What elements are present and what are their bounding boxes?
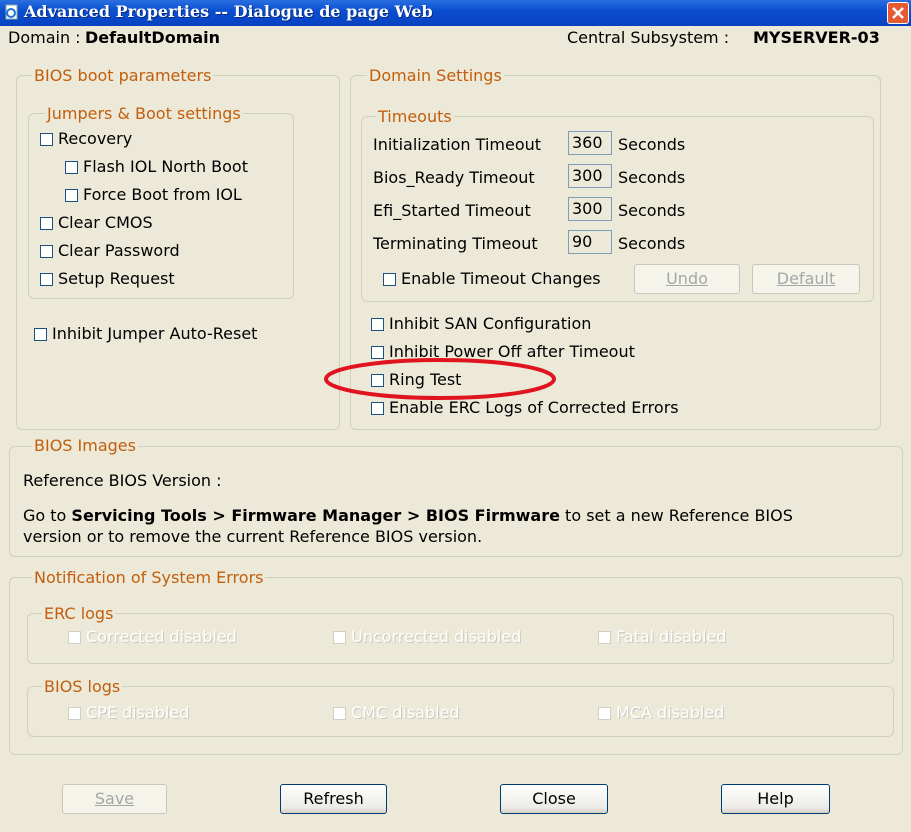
terminating-timeout-label: Terminating Timeout [373, 234, 538, 253]
bios-logs-legend: BIOS logs [42, 677, 123, 696]
cpe-disabled-checkbox[interactable] [68, 707, 81, 720]
recovery-checkbox[interactable] [40, 133, 53, 146]
help-button-label: Help [757, 789, 794, 808]
seconds-unit: Seconds [618, 201, 686, 220]
timeouts-legend: Timeouts [376, 107, 454, 126]
flash-iol-north-boot-checkbox[interactable] [65, 161, 78, 174]
domain-label: Domain : [8, 28, 81, 47]
flash-iol-north-boot-label: Flash IOL North Boot [83, 157, 248, 176]
fatal-disabled-checkbox[interactable] [598, 631, 611, 644]
seconds-unit: Seconds [618, 234, 686, 253]
uncorrected-disabled-checkbox[interactable] [333, 631, 346, 644]
undo-button-label: Undo [666, 269, 708, 288]
fatal-disabled-label: Fatal disabled [616, 627, 727, 646]
help-button[interactable]: Help [721, 784, 830, 814]
inhibit-san-configuration-checkbox[interactable] [371, 318, 384, 331]
initialization-timeout-field[interactable]: 360 [568, 131, 612, 155]
subsystem-value: MYSERVER-03 [753, 28, 880, 47]
reference-bios-version-label: Reference BIOS Version : [23, 471, 222, 490]
bios-ready-timeout-field[interactable]: 300 [568, 164, 612, 188]
cpe-disabled-label: CPE disabled [86, 703, 190, 722]
save-button-label: Save [94, 789, 135, 808]
mca-disabled-label: MCA disabled [616, 703, 725, 722]
close-window-button[interactable] [887, 2, 909, 24]
undo-button[interactable]: Undo [634, 264, 740, 294]
setup-request-checkbox[interactable] [40, 273, 53, 286]
mca-disabled-checkbox[interactable] [598, 707, 611, 720]
close-icon [892, 7, 904, 19]
cmc-disabled-label: CMC disabled [351, 703, 460, 722]
close-button[interactable]: Close [500, 784, 608, 814]
firmware-manager-instructions: Go to Servicing Tools > Firmware Manager… [23, 506, 793, 525]
erc-logs-legend: ERC logs [42, 604, 116, 623]
corrected-disabled-checkbox[interactable] [68, 631, 81, 644]
inhibit-jumper-auto-reset-label: Inhibit Jumper Auto-Reset [52, 324, 258, 343]
seconds-unit: Seconds [618, 168, 686, 187]
seconds-unit: Seconds [618, 135, 686, 154]
clear-password-checkbox[interactable] [40, 245, 53, 258]
default-button-label: Default [776, 269, 836, 288]
clear-cmos-label: Clear CMOS [58, 213, 153, 232]
initialization-timeout-label: Initialization Timeout [373, 135, 542, 154]
highlight-ellipse [324, 358, 556, 400]
uncorrected-disabled-label: Uncorrected disabled [351, 627, 522, 646]
default-button[interactable]: Default [752, 264, 860, 294]
efi-started-timeout-label: Efi_Started Timeout [373, 201, 531, 220]
bios-boot-parameters-legend: BIOS boot parameters [32, 66, 214, 85]
domain-value: DefaultDomain [85, 28, 221, 47]
instructions-suffix: to set a new Reference BIOS [559, 506, 793, 525]
jumpers-boot-legend: Jumpers & Boot settings [45, 104, 243, 123]
domain-settings-legend: Domain Settings [367, 66, 504, 85]
refresh-button[interactable]: Refresh [280, 784, 387, 814]
force-boot-from-iol-checkbox[interactable] [65, 189, 78, 202]
clear-cmos-checkbox[interactable] [40, 217, 53, 230]
bios-ready-timeout-label: Bios_Ready Timeout [373, 168, 535, 187]
setup-request-label: Setup Request [58, 269, 175, 288]
recovery-label: Recovery [58, 129, 133, 148]
subsystem-label: Central Subsystem : [567, 28, 730, 47]
window-title: Advanced Properties -- Dialogue de page … [24, 2, 433, 21]
save-button[interactable]: Save [62, 784, 167, 814]
force-boot-from-iol-label: Force Boot from IOL [83, 185, 242, 204]
bios-images-legend: BIOS Images [32, 436, 138, 455]
refresh-button-label: Refresh [303, 789, 364, 808]
efi-started-timeout-field[interactable]: 300 [568, 197, 612, 221]
enable-erc-logs-checkbox[interactable] [371, 402, 384, 415]
corrected-disabled-label: Corrected disabled [86, 627, 237, 646]
instructions-path: Servicing Tools > Firmware Manager > BIO… [71, 506, 560, 525]
enable-timeout-changes-checkbox[interactable] [383, 273, 396, 286]
notification-system-errors-legend: Notification of System Errors [32, 568, 266, 587]
cmc-disabled-checkbox[interactable] [333, 707, 346, 720]
enable-timeout-changes-label: Enable Timeout Changes [401, 269, 601, 288]
inhibit-jumper-auto-reset-checkbox[interactable] [34, 328, 47, 341]
close-button-label: Close [532, 789, 576, 808]
title-bar: Advanced Properties -- Dialogue de page … [0, 0, 911, 26]
inhibit-san-configuration-label: Inhibit SAN Configuration [389, 314, 592, 333]
clear-password-label: Clear Password [58, 241, 180, 260]
instructions-prefix: Go to [23, 506, 72, 525]
ie-page-icon [4, 4, 20, 20]
terminating-timeout-field[interactable]: 90 [568, 230, 612, 254]
instructions-line-2: version or to remove the current Referen… [23, 527, 483, 546]
